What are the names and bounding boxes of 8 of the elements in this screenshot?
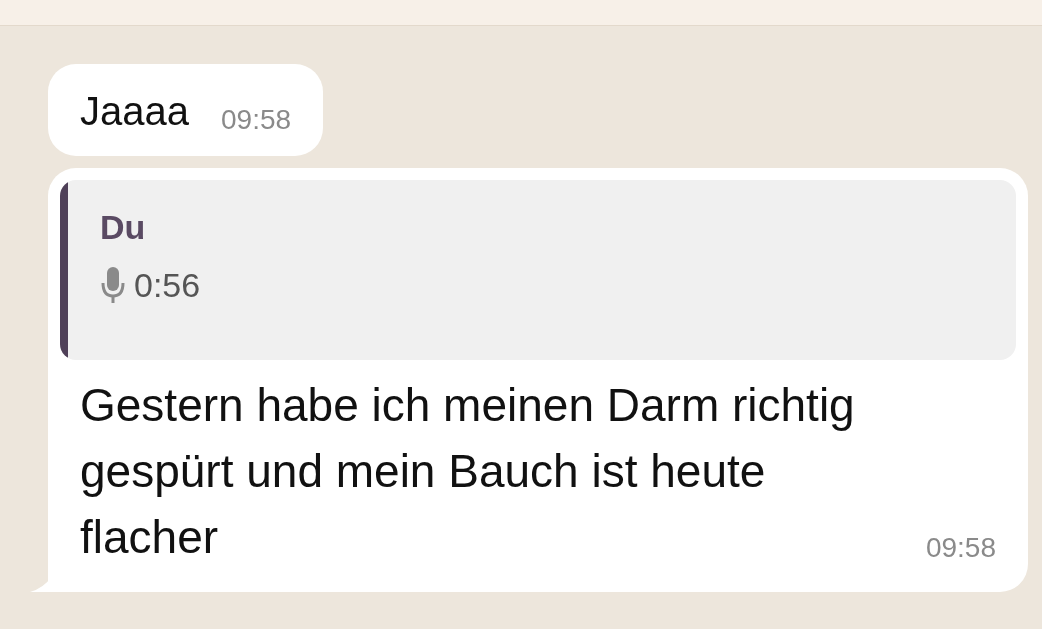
quote-author: Du — [100, 208, 146, 247]
message-time: 09:58 — [925, 532, 996, 565]
message-text: Jaaaa — [80, 88, 189, 135]
message-text: Gestern habe ich meinen Darm richtig gespürt und mein Bauch ist heute flacher — [80, 378, 856, 565]
quoted-message[interactable]: Du 0:56 — [60, 180, 1016, 360]
microphone-icon — [100, 265, 126, 305]
voice-duration: 0:56 — [134, 265, 201, 305]
message-time: 09:58 — [221, 104, 292, 136]
